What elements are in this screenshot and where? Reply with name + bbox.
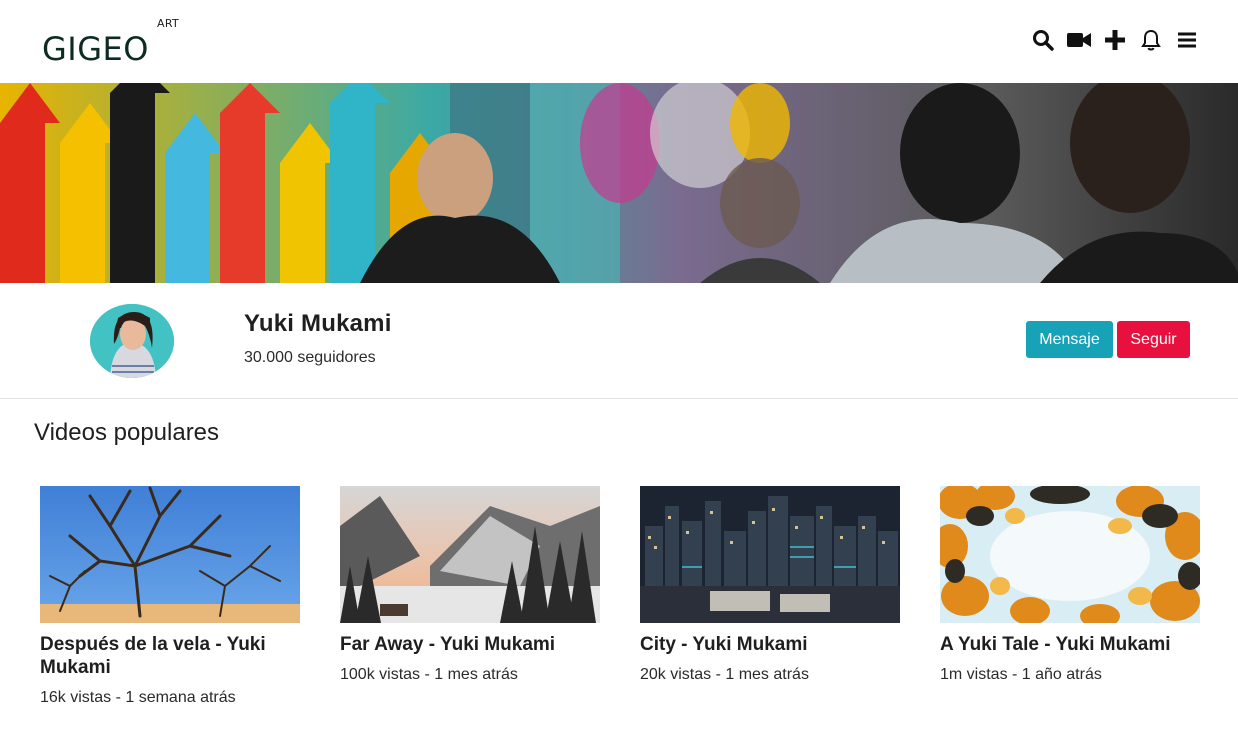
video-thumbnail-mountains[interactable] — [340, 486, 600, 623]
section-title: Videos populares — [34, 419, 220, 446]
profile-header: Yuki Mukami 30.000 seguidores Mensaje Se… — [0, 283, 1238, 399]
profile-banner-image — [0, 83, 1238, 283]
top-header: GIGEO ART — [0, 0, 1238, 83]
video-thumbnail-dead-tree[interactable] — [40, 486, 300, 623]
video-card[interactable]: A Yuki Tale - Yuki Mukami 1m vistas - 1 … — [940, 486, 1202, 686]
plus-icon[interactable] — [1102, 27, 1128, 53]
video-title[interactable]: A Yuki Tale - Yuki Mukami — [940, 633, 1202, 656]
video-meta: 16k vistas - 1 semana atrás — [40, 689, 236, 706]
video-thumbnail-city[interactable] — [640, 486, 900, 623]
follow-button[interactable]: Seguir — [1117, 321, 1190, 358]
video-camera-icon[interactable] — [1066, 27, 1092, 53]
video-title[interactable]: Far Away - Yuki Mukami — [340, 633, 602, 656]
video-card[interactable]: Después de la vela - Yuki Mukami 16k vis… — [40, 486, 302, 709]
video-meta: 20k vistas - 1 mes atrás — [640, 666, 809, 683]
message-button[interactable]: Mensaje — [1026, 321, 1113, 358]
video-title[interactable]: Después de la vela - Yuki Mukami — [40, 633, 302, 679]
bell-icon[interactable] — [1138, 27, 1164, 53]
video-title[interactable]: City - Yuki Mukami — [640, 633, 902, 656]
avatar[interactable] — [90, 304, 174, 378]
follower-count: 30.000 seguidores — [244, 349, 376, 366]
profile-name: Yuki Mukami — [244, 310, 392, 337]
search-icon[interactable] — [1030, 27, 1056, 53]
video-card[interactable]: City - Yuki Mukami 20k vistas - 1 mes at… — [640, 486, 902, 686]
logo-text: GIGEO — [42, 30, 149, 68]
video-meta: 100k vistas - 1 mes atrás — [340, 666, 518, 683]
header-actions — [1020, 26, 1200, 54]
logo-superscript: ART — [157, 17, 179, 30]
video-meta: 1m vistas - 1 año atrás — [940, 666, 1102, 683]
site-logo[interactable]: GIGEO ART — [42, 17, 192, 68]
menu-icon[interactable] — [1174, 27, 1200, 53]
video-card[interactable]: Far Away - Yuki Mukami 100k vistas - 1 m… — [340, 486, 602, 686]
video-thumbnail-autumn-leaves[interactable] — [940, 486, 1200, 623]
